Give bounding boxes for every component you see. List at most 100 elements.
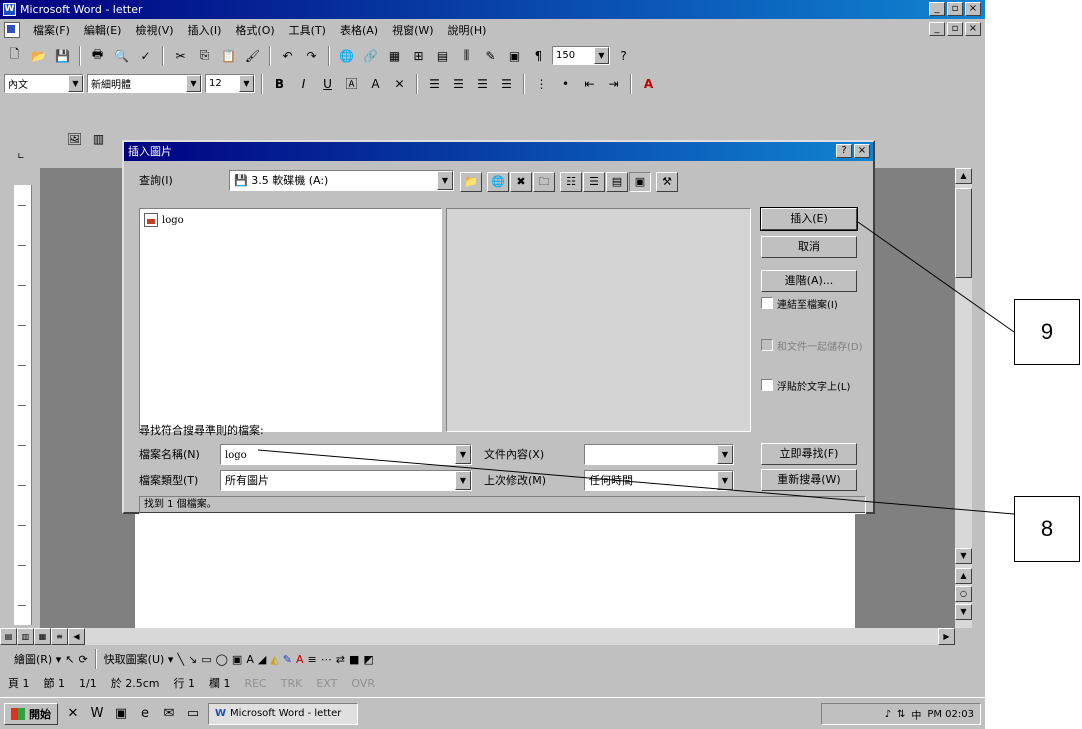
cancel-button[interactable]: 取消 — [761, 236, 857, 258]
close-button[interactable]: × — [965, 2, 981, 16]
format-painter-icon[interactable]: 🖌 — [242, 46, 263, 66]
menu-format[interactable]: 格式(O) — [228, 22, 281, 38]
next-page-icon[interactable]: ▼ — [955, 604, 972, 620]
scroll-up-icon[interactable]: ▲ — [955, 168, 972, 184]
3d-icon[interactable]: ◩ — [363, 653, 373, 666]
preview-view-icon[interactable]: ▣ — [629, 172, 651, 192]
decrease-indent-icon[interactable]: ⇤ — [579, 74, 600, 94]
doc-close-button[interactable]: × — [965, 22, 981, 36]
menu-table[interactable]: 表格(A) — [333, 22, 385, 38]
arrow-style-icon[interactable]: ⇄ — [336, 653, 345, 666]
find-now-button[interactable]: 立即尋找(F) — [761, 443, 857, 465]
delete-icon[interactable]: ✖ — [510, 172, 532, 192]
clock[interactable]: PM 02:03 — [927, 709, 974, 720]
clip-art-icon[interactable]: ◢ — [258, 653, 266, 666]
zoom-select[interactable]: 150 ▼ — [552, 46, 610, 65]
char-scale-icon[interactable]: ✕ — [389, 74, 410, 94]
paste-icon[interactable]: 📋 — [218, 46, 239, 66]
select-objects-icon[interactable]: ↖ — [65, 653, 74, 666]
minimize-button[interactable]: _ — [929, 2, 945, 16]
document-map-icon[interactable]: ▣ — [504, 46, 525, 66]
search-web-icon[interactable]: 🌐 — [487, 172, 509, 192]
cut-icon[interactable]: ✂ — [170, 46, 191, 66]
status-trk[interactable]: TRK — [281, 677, 303, 690]
start-button[interactable]: 開始 — [4, 702, 58, 725]
insert-table-icon[interactable]: ⊞ — [408, 46, 429, 66]
char-border-icon[interactable]: 🄰 — [341, 74, 362, 94]
outlook-icon[interactable]: ✉ — [160, 705, 178, 723]
page-view-icon[interactable]: ▦ — [34, 628, 51, 645]
web-view-icon[interactable]: ▥ — [17, 628, 34, 645]
text-box-icon[interactable]: ▣ — [232, 653, 242, 666]
insert-picture-icon[interactable]: 🖼 — [64, 129, 85, 149]
font-color-icon[interactable]: A — [638, 74, 659, 94]
previous-page-icon[interactable]: ▲ — [955, 568, 972, 584]
menu-file[interactable]: 檔案(F) — [26, 22, 77, 38]
horizontal-scrollbar[interactable] — [85, 628, 938, 645]
align-right-icon[interactable]: ☰ — [472, 74, 493, 94]
normal-view-icon[interactable]: ▤ — [0, 628, 17, 645]
shadow-icon[interactable]: ■ — [349, 653, 359, 666]
fill-color-icon[interactable]: ◭ — [270, 653, 278, 666]
doc-restore-button[interactable]: ▫ — [947, 22, 963, 36]
print-icon[interactable]: 🖶 — [87, 46, 108, 66]
internet-explorer-icon[interactable]: e — [136, 705, 154, 723]
outline-view-icon[interactable]: ≡ — [51, 628, 68, 645]
numbering-icon[interactable]: ⋮ — [531, 74, 552, 94]
columns-icon[interactable]: ⫼ — [456, 46, 477, 66]
tables-borders-icon[interactable]: ▦ — [384, 46, 405, 66]
hyperlink-icon[interactable]: 🌐 — [336, 46, 357, 66]
powerpoint-icon[interactable]: ▣ — [112, 705, 130, 723]
checkbox-box[interactable] — [761, 297, 773, 309]
font-color-icon[interactable]: A — [296, 653, 304, 666]
browse-object-icon[interactable]: ○ — [955, 586, 972, 602]
arrow-icon[interactable]: ↘ — [188, 653, 197, 666]
menu-insert[interactable]: 插入(I) — [181, 22, 229, 38]
doc-minimize-button[interactable]: _ — [929, 22, 945, 36]
web-toolbar-icon[interactable]: 🔗 — [360, 46, 381, 66]
chevron-down-icon[interactable]: ▼ — [717, 445, 733, 464]
insert-excel-icon[interactable]: ▤ — [432, 46, 453, 66]
scroll-right-icon[interactable]: ▶ — [938, 628, 955, 645]
text-property-input[interactable]: ▼ — [584, 444, 734, 465]
scroll-thumb[interactable] — [955, 188, 972, 278]
details-view-icon[interactable]: ☰ — [583, 172, 605, 192]
font-size-select[interactable]: 12 ▼ — [205, 74, 255, 93]
line-icon[interactable]: ╲ — [177, 653, 184, 666]
show-hide-icon[interactable]: ¶ — [528, 46, 549, 66]
float-over-text-checkbox[interactable]: 浮貼於文字上(L) — [761, 378, 871, 393]
maximize-button[interactable]: ▫ — [947, 2, 963, 16]
tools-icon[interactable]: ⚒ — [656, 172, 678, 192]
wordart-icon[interactable]: A — [246, 653, 254, 666]
up-one-level-icon[interactable]: 📁 — [460, 172, 482, 192]
ime-icon[interactable]: 中 — [911, 707, 921, 722]
font-select[interactable]: 新細明體 ▼ — [87, 74, 202, 93]
link-to-file-checkbox[interactable]: 連結至檔案(I) — [761, 296, 871, 311]
chevron-down-icon[interactable]: ▼ — [455, 445, 471, 464]
chevron-down-icon[interactable]: ▼ — [717, 471, 733, 490]
new-document-icon[interactable]: 🗋 — [4, 46, 25, 66]
bold-icon[interactable]: B — [269, 74, 290, 94]
redo-icon[interactable]: ↷ — [301, 46, 322, 66]
file-item-logo[interactable]: logo — [144, 213, 184, 227]
italic-icon[interactable]: I — [293, 74, 314, 94]
status-rec[interactable]: REC — [244, 677, 266, 690]
menu-tools[interactable]: 工具(T) — [282, 22, 333, 38]
vertical-scrollbar[interactable]: ▲ ▼ ▲ ○ ▼ — [955, 168, 972, 628]
style-select[interactable]: 內文 ▼ — [4, 74, 84, 93]
file-name-input[interactable]: logo ▼ — [220, 444, 472, 465]
align-center-icon[interactable]: ☰ — [448, 74, 469, 94]
last-modified-select[interactable]: 任何時間 ▼ — [584, 470, 734, 491]
file-list[interactable]: logo — [139, 208, 442, 432]
increase-indent-icon[interactable]: ⇥ — [603, 74, 624, 94]
oval-icon[interactable]: ◯ — [216, 653, 228, 666]
chevron-down-icon[interactable]: ▼ — [186, 75, 201, 92]
file-type-select[interactable]: 所有圖片 ▼ — [220, 470, 472, 491]
status-ext[interactable]: EXT — [316, 677, 337, 690]
tab-stop-icon[interactable]: ∟ — [14, 152, 28, 166]
scroll-down-icon[interactable]: ▼ — [955, 548, 972, 564]
spelling-icon[interactable]: ✓ — [135, 46, 156, 66]
chevron-down-icon[interactable]: ▼ — [594, 47, 609, 64]
chevron-down-icon[interactable]: ▼ — [239, 75, 254, 92]
chevron-down-icon[interactable]: ▼ — [68, 75, 83, 92]
